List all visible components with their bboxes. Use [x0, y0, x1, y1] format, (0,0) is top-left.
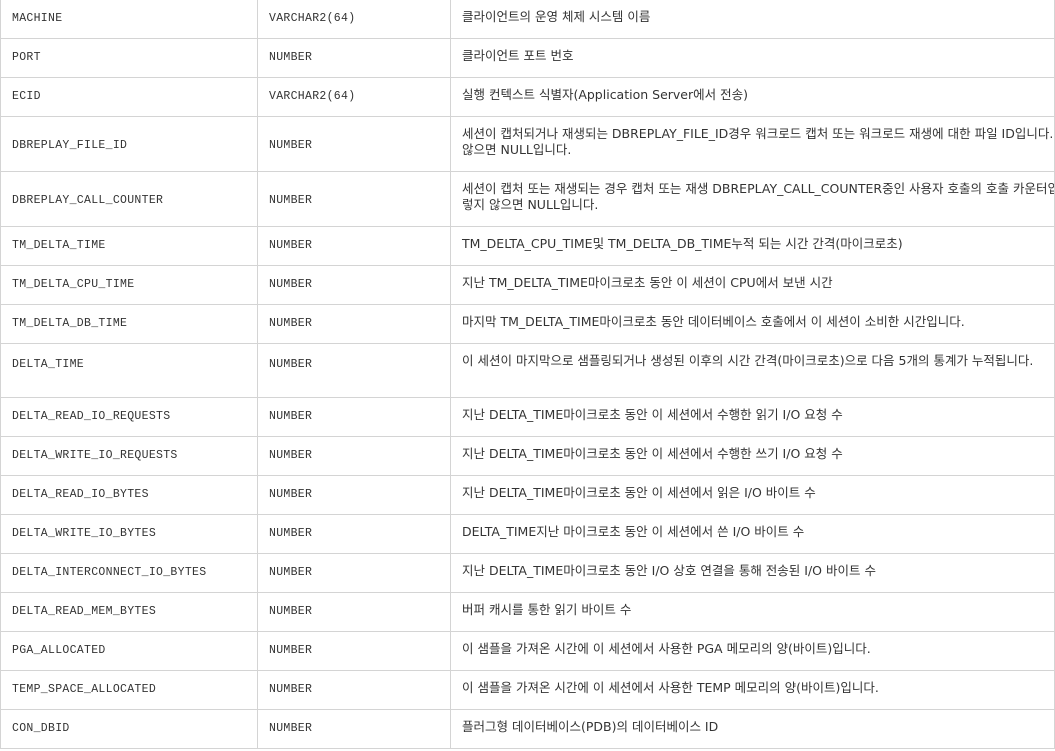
description-cell: 지난 DELTA_TIME마이크로초 동안 이 세션에서 읽은 I/O 바이트 …: [451, 476, 1055, 515]
datatype-cell: NUMBER: [258, 476, 451, 515]
description-cell: 세션이 캡처되거나 재생되는 DBREPLAY_FILE_ID경우 워크로드 캡…: [451, 117, 1055, 172]
datatype-cell: NUMBER: [258, 305, 451, 344]
column-name-cell: DELTA_INTERCONNECT_IO_BYTES: [0, 554, 258, 593]
column-name-cell: DELTA_READ_IO_REQUESTS: [0, 398, 258, 437]
datatype-cell: NUMBER: [258, 344, 451, 398]
column-name-cell: TM_DELTA_CPU_TIME: [0, 266, 258, 305]
datatype-cell: NUMBER: [258, 437, 451, 476]
description-cell: 이 샘플을 가져온 시간에 이 세션에서 사용한 PGA 메모리의 양(바이트)…: [451, 632, 1055, 671]
datatype-cell: NUMBER: [258, 39, 451, 78]
description-cell: 이 세션이 마지막으로 샘플링되거나 생성된 이후의 시간 간격(마이크로초)으…: [451, 344, 1055, 398]
description-cell: 버퍼 캐시를 통한 읽기 바이트 수: [451, 593, 1055, 632]
column-name-cell: PGA_ALLOCATED: [0, 632, 258, 671]
column-name-cell: TM_DELTA_TIME: [0, 227, 258, 266]
column-name-cell: TEMP_SPACE_ALLOCATED: [0, 671, 258, 710]
column-name-cell: ECID: [0, 78, 258, 117]
column-name-cell: DELTA_TIME: [0, 344, 258, 398]
description-cell: 마지막 TM_DELTA_TIME마이크로초 동안 데이터베이스 호출에서 이 …: [451, 305, 1055, 344]
column-name-cell: DELTA_WRITE_IO_BYTES: [0, 515, 258, 554]
column-name-cell: DELTA_READ_IO_BYTES: [0, 476, 258, 515]
datatype-cell: NUMBER: [258, 266, 451, 305]
datatype-cell: NUMBER: [258, 515, 451, 554]
datatype-cell: NUMBER: [258, 632, 451, 671]
datatype-cell: VARCHAR2(64): [258, 0, 451, 39]
datatype-cell: NUMBER: [258, 554, 451, 593]
datatype-cell: NUMBER: [258, 593, 451, 632]
description-cell: TM_DELTA_CPU_TIME및 TM_DELTA_DB_TIME누적 되는…: [451, 227, 1055, 266]
column-name-cell: DBREPLAY_FILE_ID: [0, 117, 258, 172]
description-cell: 플러그형 데이터베이스(PDB)의 데이터베이스 ID: [451, 710, 1055, 749]
datatype-cell: VARCHAR2(64): [258, 78, 451, 117]
datatype-cell: NUMBER: [258, 117, 451, 172]
column-name-cell: DELTA_READ_MEM_BYTES: [0, 593, 258, 632]
description-cell: 지난 DELTA_TIME마이크로초 동안 이 세션에서 수행한 쓰기 I/O …: [451, 437, 1055, 476]
datatype-cell: NUMBER: [258, 710, 451, 749]
column-name-cell: DELTA_WRITE_IO_REQUESTS: [0, 437, 258, 476]
description-cell: 지난 TM_DELTA_TIME마이크로초 동안 이 세션이 CPU에서 보낸 …: [451, 266, 1055, 305]
datatype-cell: NUMBER: [258, 398, 451, 437]
column-reference-table: MACHINE VARCHAR2(64) 클라이언트의 운영 체제 시스템 이름…: [0, 0, 1055, 749]
description-cell: 클라이언트 포트 번호: [451, 39, 1055, 78]
column-name-cell: MACHINE: [0, 0, 258, 39]
datatype-cell: NUMBER: [258, 671, 451, 710]
column-name-cell: TM_DELTA_DB_TIME: [0, 305, 258, 344]
column-name-cell: PORT: [0, 39, 258, 78]
description-cell: 클라이언트의 운영 체제 시스템 이름: [451, 0, 1055, 39]
description-cell: DELTA_TIME지난 마이크로초 동안 이 세션에서 쓴 I/O 바이트 수: [451, 515, 1055, 554]
description-cell: 지난 DELTA_TIME마이크로초 동안 I/O 상호 연결을 통해 전송된 …: [451, 554, 1055, 593]
description-cell: 지난 DELTA_TIME마이크로초 동안 이 세션에서 수행한 읽기 I/O …: [451, 398, 1055, 437]
column-name-cell: DBREPLAY_CALL_COUNTER: [0, 172, 258, 227]
datatype-cell: NUMBER: [258, 172, 451, 227]
description-cell: 세션이 캡처 또는 재생되는 경우 캡처 또는 재생 DBREPLAY_CALL…: [451, 172, 1055, 227]
column-name-cell: CON_DBID: [0, 710, 258, 749]
description-cell: 실행 컨텍스트 식별자(Application Server에서 전송): [451, 78, 1055, 117]
datatype-cell: NUMBER: [258, 227, 451, 266]
description-cell: 이 샘플을 가져온 시간에 이 세션에서 사용한 TEMP 메모리의 양(바이트…: [451, 671, 1055, 710]
